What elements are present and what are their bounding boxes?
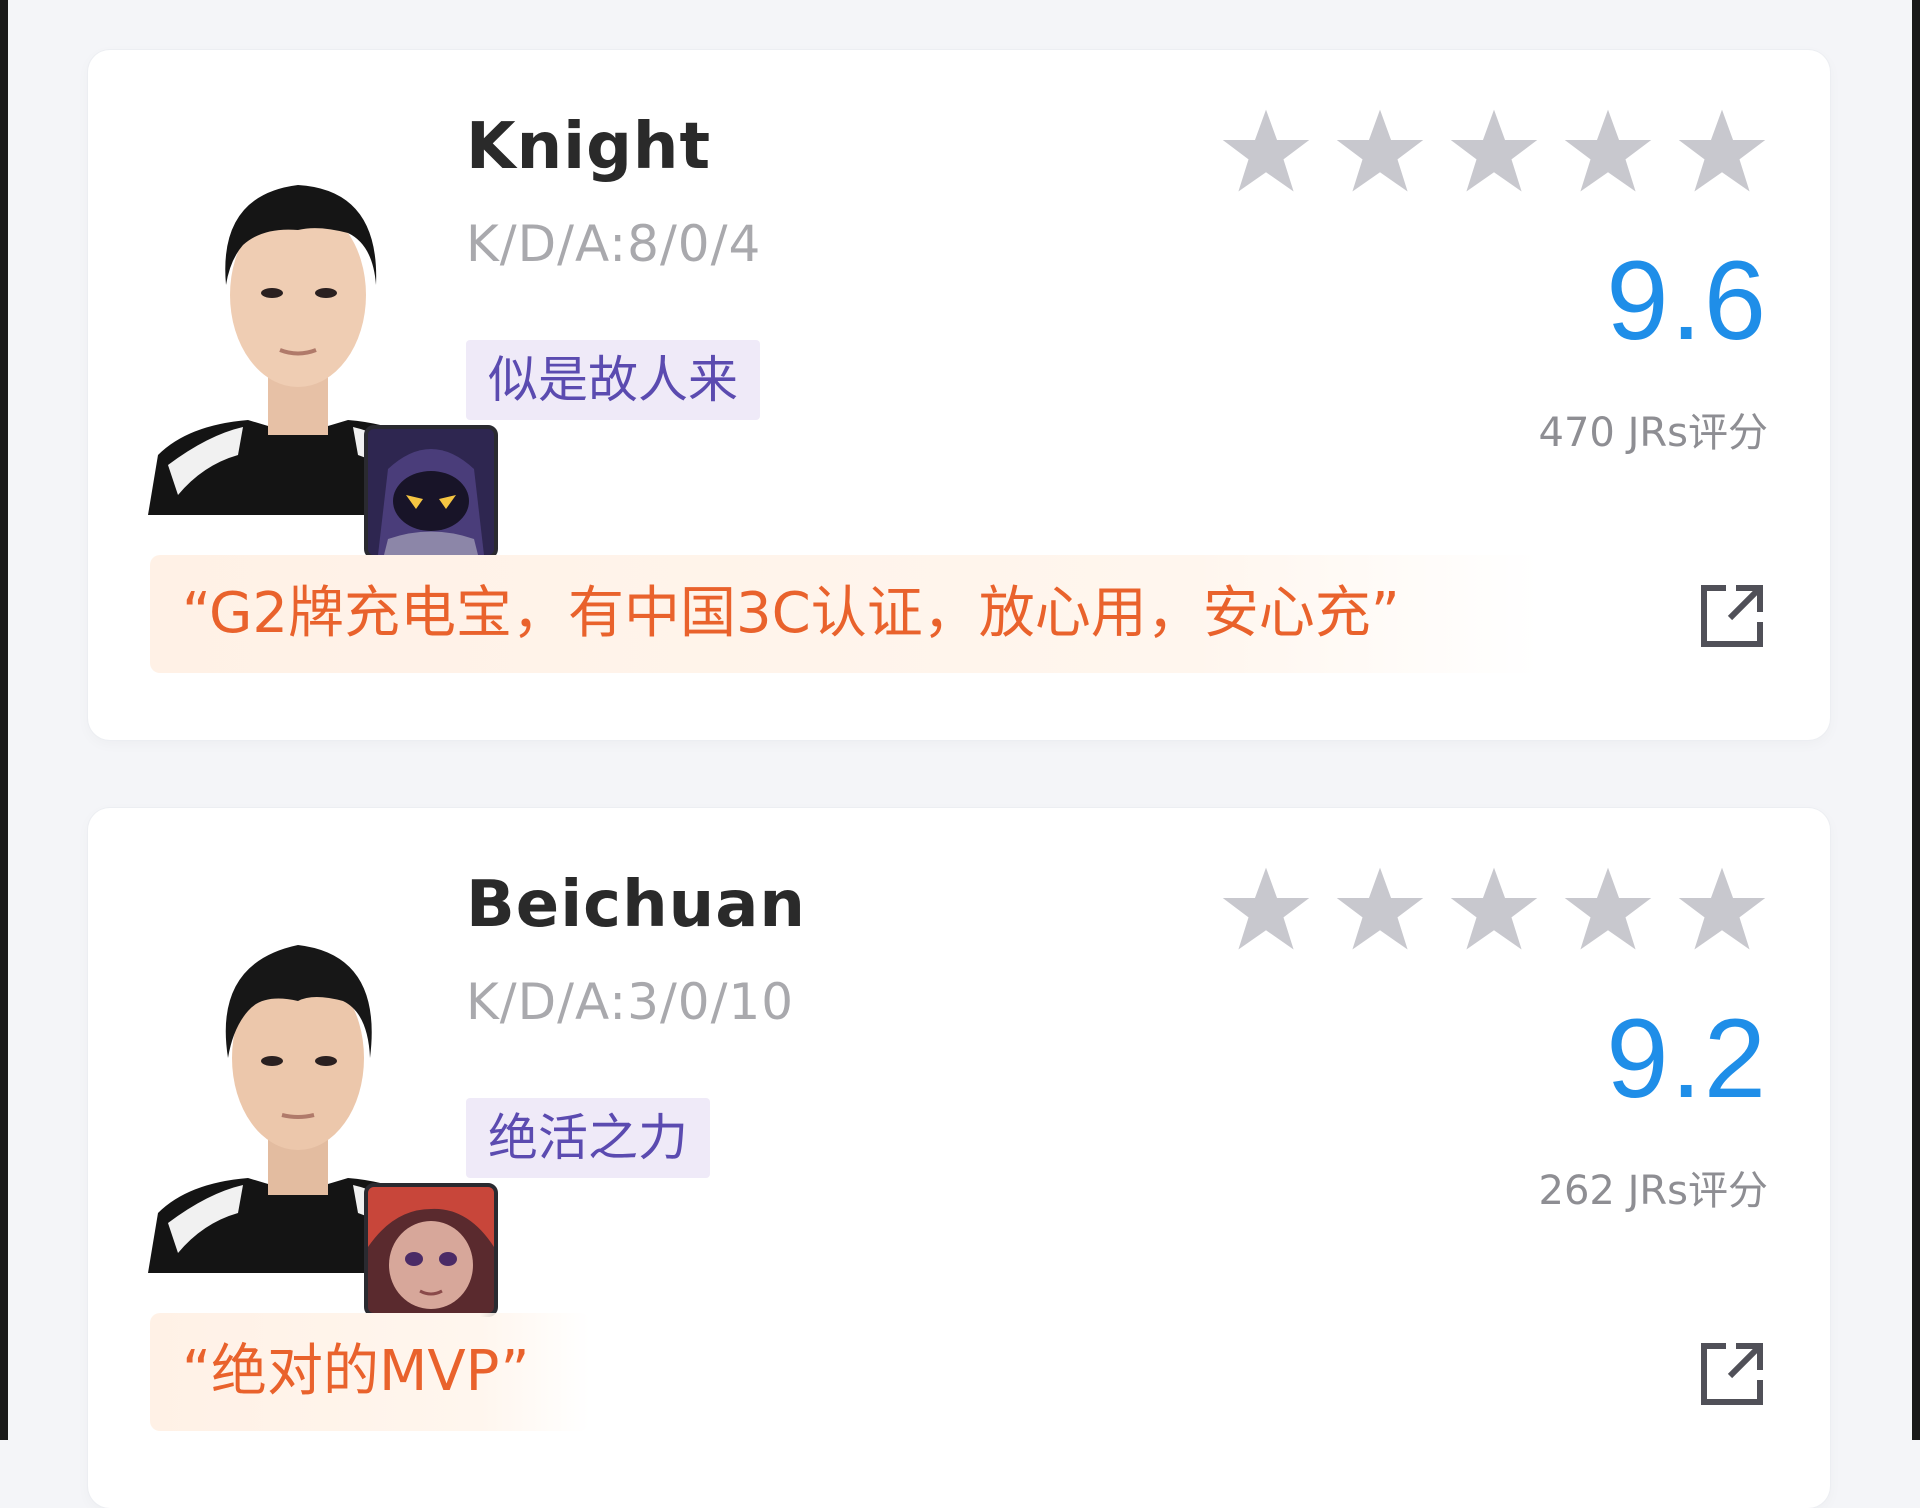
champion-annie-icon (368, 1187, 494, 1313)
player-kda: K/D/A:8/0/4 (466, 215, 762, 273)
star-icon[interactable] (1220, 864, 1312, 956)
player-quote: “G2牌充电宝，有中国3C认证，放心用，安心充” (150, 555, 1540, 673)
player-name: Knight (466, 110, 712, 184)
star-icon[interactable] (1676, 864, 1768, 956)
share-external-icon[interactable] (1696, 1338, 1768, 1410)
star-icon[interactable] (1334, 106, 1426, 198)
star-icon[interactable] (1562, 106, 1654, 198)
star-icon[interactable] (1220, 106, 1312, 198)
star-icon[interactable] (1676, 106, 1768, 198)
screen-edge-right (1912, 0, 1920, 1440)
player-kda: K/D/A:3/0/10 (466, 973, 795, 1031)
star-icon[interactable] (1448, 106, 1540, 198)
player-tag-badge: 似是故人来 (466, 340, 760, 420)
star-rating[interactable] (1220, 864, 1768, 956)
player-score: 9.6 (1606, 238, 1768, 363)
player-name: Beichuan (466, 868, 806, 942)
star-icon[interactable] (1334, 864, 1426, 956)
star-rating[interactable] (1220, 106, 1768, 198)
star-icon[interactable] (1562, 864, 1654, 956)
screen-edge-left (0, 0, 8, 1440)
player-rating-card[interactable]: Knight K/D/A:8/0/4 似是故人来 9.6 470 JRs评分 “… (88, 50, 1830, 740)
share-external-icon[interactable] (1696, 580, 1768, 652)
champion-veigar-icon (368, 429, 494, 555)
champion-icon (364, 425, 498, 559)
champion-icon (364, 1183, 498, 1317)
rating-count: 262 JRs评分 (1538, 1168, 1769, 1214)
star-icon[interactable] (1448, 864, 1540, 956)
player-avatar-group (148, 893, 498, 1317)
player-quote: “绝对的MVP” (150, 1313, 590, 1431)
player-score: 9.2 (1606, 996, 1768, 1121)
player-rating-card[interactable]: Beichuan K/D/A:3/0/10 绝活之力 9.2 262 JRs评分… (88, 808, 1830, 1508)
player-tag-badge: 绝活之力 (466, 1098, 710, 1178)
player-avatar-group (148, 135, 498, 559)
rating-count: 470 JRs评分 (1538, 410, 1769, 456)
